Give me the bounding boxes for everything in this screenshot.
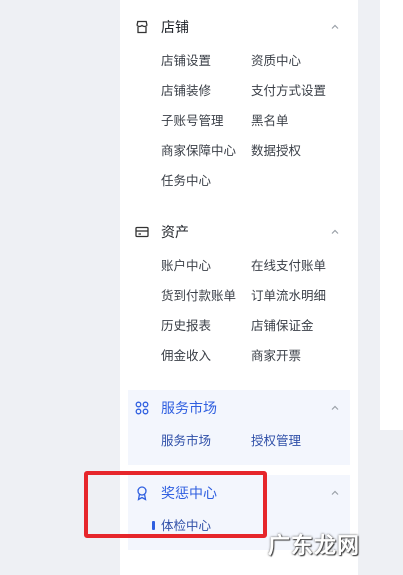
section-service-market-header[interactable]: 服务市场: [128, 393, 350, 425]
menu-item-store-decoration[interactable]: 店铺装修: [161, 83, 211, 99]
section-service-market: 服务市场 服务市场 授权管理: [128, 390, 350, 465]
wallet-icon: [134, 224, 150, 240]
menu-item-cod-bill[interactable]: 货到付款账单: [161, 288, 236, 304]
store-icon: [134, 19, 150, 35]
chevron-up-icon[interactable]: [330, 227, 340, 237]
menu-item-qualification-center[interactable]: 资质中心: [251, 53, 301, 69]
section-store-title: 店铺: [161, 20, 189, 36]
menu-item-commission-income[interactable]: 佣金收入: [161, 348, 211, 364]
section-service-market-title: 服务市场: [161, 401, 217, 417]
menu-item-online-payment-bill[interactable]: 在线支付账单: [251, 258, 326, 274]
apps-icon: [134, 400, 150, 416]
section-assets-header[interactable]: 资产: [128, 217, 350, 249]
section-store-header[interactable]: 店铺: [128, 12, 350, 44]
chevron-up-icon[interactable]: [330, 488, 340, 498]
menu-item-sub-account[interactable]: 子账号管理: [161, 113, 224, 129]
chevron-up-icon[interactable]: [330, 22, 340, 32]
menu-item-data-authorization[interactable]: 数据授权: [251, 143, 301, 159]
section-assets: 资产 账户中心 在线支付账单 货到付款账单 订单流水明细 历史报表 店铺保证金 …: [128, 217, 350, 377]
menu-item-task-center[interactable]: 任务中心: [161, 173, 211, 189]
menu-item-account-center[interactable]: 账户中心: [161, 258, 211, 274]
menu-item-store-settings[interactable]: 店铺设置: [161, 53, 211, 69]
menu-item-merchant-guarantee[interactable]: 商家保障中心: [161, 143, 236, 159]
menu-item-history-report[interactable]: 历史报表: [161, 318, 211, 334]
menu-item-authorization-management[interactable]: 授权管理: [251, 433, 301, 449]
menu-item-payment-settings[interactable]: 支付方式设置: [251, 83, 326, 99]
content-panel: [380, 0, 403, 430]
section-store: 店铺 店铺设置 资质中心 店铺装修 支付方式设置 子账号管理 黑名单 商家保障中…: [128, 12, 350, 202]
menu-item-service-market[interactable]: 服务市场: [161, 433, 211, 449]
menu-item-merchant-invoice[interactable]: 商家开票: [251, 348, 301, 364]
annotation-highlight-box: [84, 471, 267, 538]
menu-item-blacklist[interactable]: 黑名单: [251, 113, 289, 129]
chevron-up-icon[interactable]: [330, 403, 340, 413]
section-assets-title: 资产: [161, 225, 189, 241]
menu-item-order-flow[interactable]: 订单流水明细: [251, 288, 326, 304]
watermark: 广东龙网: [268, 534, 361, 559]
menu-item-store-deposit[interactable]: 店铺保证金: [251, 318, 314, 334]
